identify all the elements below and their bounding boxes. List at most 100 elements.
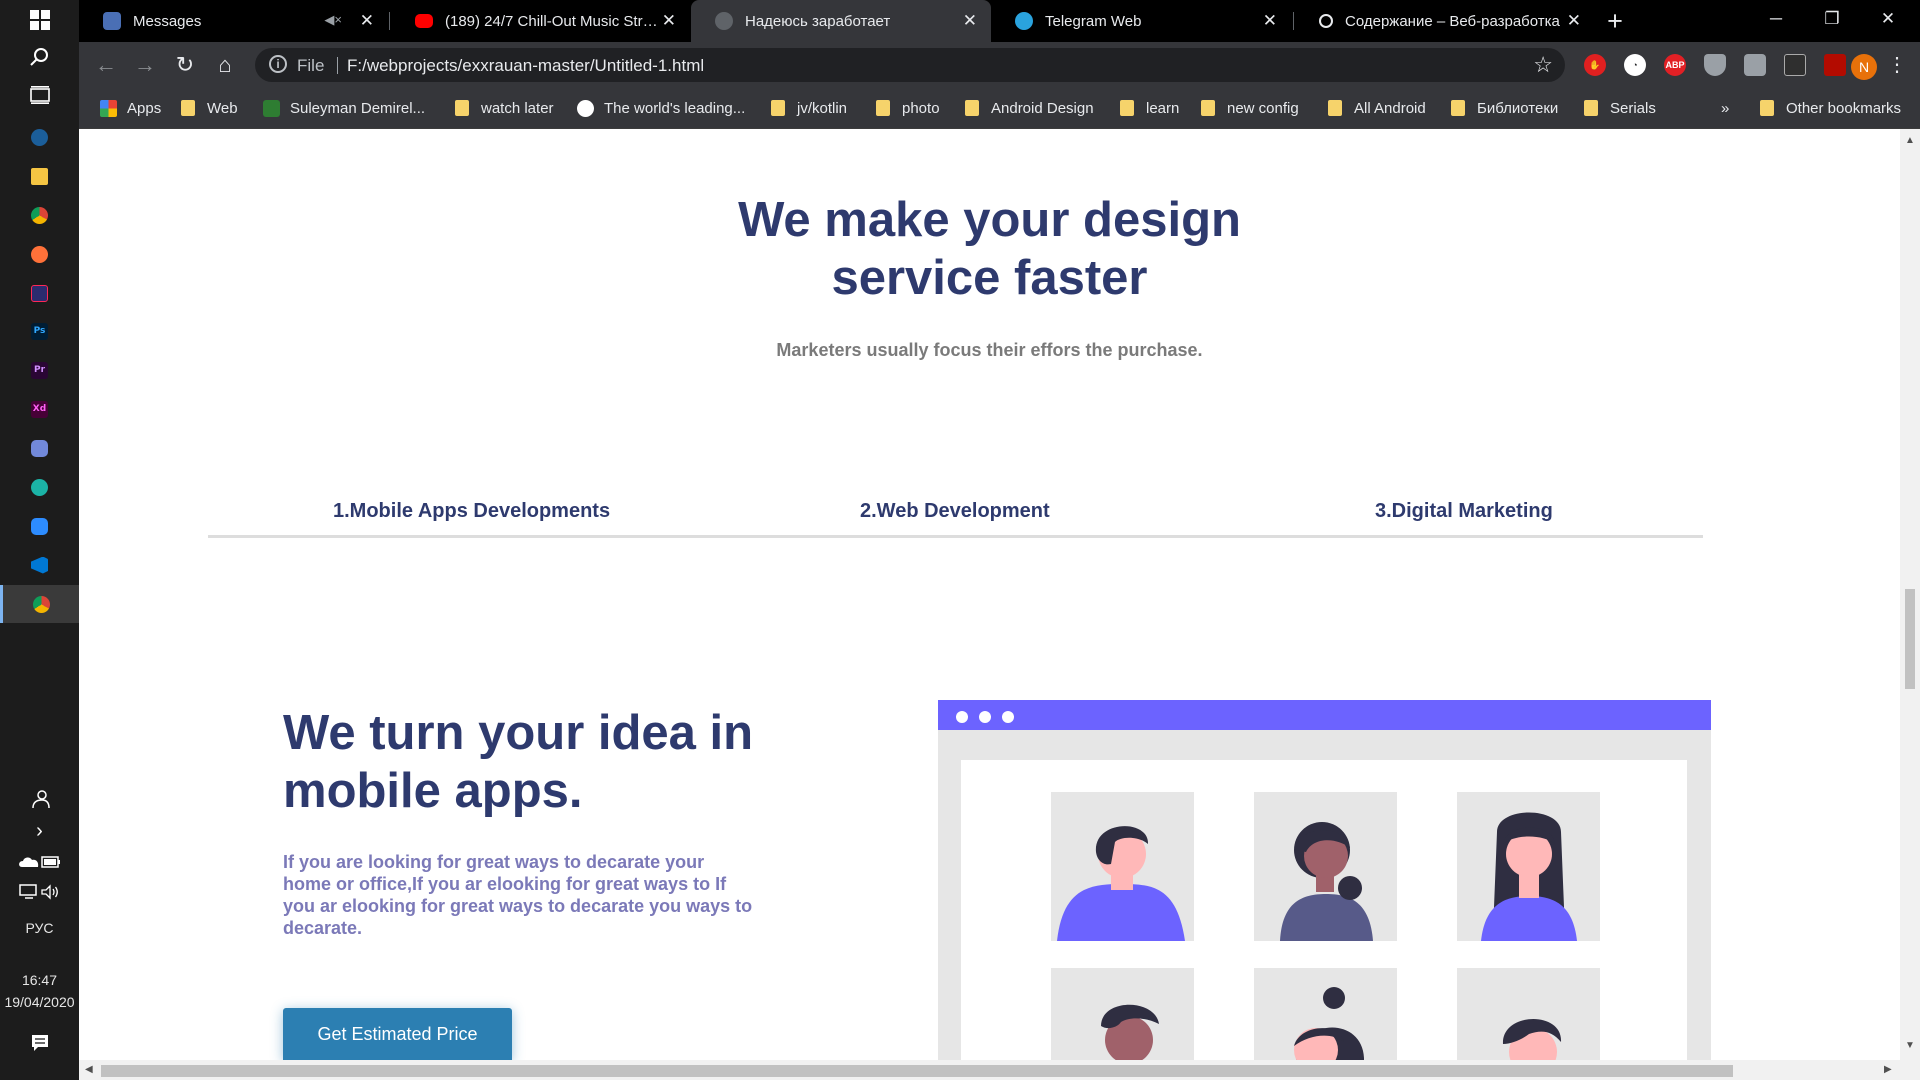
adobe-xd-icon[interactable]: Xd: [0, 390, 79, 428]
photoshop-icon[interactable]: Ps: [0, 312, 79, 350]
vertical-scrollbar[interactable]: ▲ ▼: [1900, 129, 1920, 1060]
url-text[interactable]: F:/webprojects/exxrauan-master/Untitled-…: [347, 56, 704, 76]
bookmark-label: learn: [1146, 99, 1180, 117]
bookmark-folder-serials[interactable]: Serials: [1584, 96, 1656, 120]
bookmark-folder-new-config[interactable]: new config: [1201, 96, 1299, 120]
bookmark-label: Web: [207, 99, 238, 117]
action-center-icon[interactable]: [0, 1024, 79, 1062]
idea-description: If you are looking for great ways to dec…: [283, 852, 753, 938]
scroll-down-arrow-icon[interactable]: ▼: [1905, 1040, 1915, 1051]
onedrive-icon[interactable]: [18, 856, 40, 868]
folder-icon: [1451, 100, 1465, 116]
back-button[interactable]: ←: [91, 50, 121, 80]
bookmark-folder-android-design[interactable]: Android Design: [965, 96, 1094, 120]
folder-icon: [1328, 100, 1342, 116]
cube-extension-icon[interactable]: [1784, 54, 1806, 76]
muted-speaker-icon[interactable]: ◀×: [324, 12, 342, 28]
tray-clock[interactable]: 16:47 19/04/2020: [0, 969, 79, 1013]
discord-icon[interactable]: [0, 429, 79, 467]
restore-window-button[interactable]: ❐: [1804, 0, 1860, 42]
bookmark-folder-photo[interactable]: photo: [876, 96, 940, 120]
minimize-window-button[interactable]: ─: [1748, 0, 1804, 42]
tray-icons-row-2: [0, 873, 79, 911]
tab-title: Telegram Web: [1045, 12, 1142, 30]
chrome-active-icon[interactable]: [0, 585, 79, 623]
bookmark-star-icon[interactable]: ☆: [1533, 52, 1553, 78]
vertical-scroll-thumb[interactable]: [1905, 589, 1915, 689]
scroll-right-arrow-icon[interactable]: ▶: [1884, 1064, 1892, 1075]
network-icon[interactable]: [19, 884, 39, 900]
windows-start-icon[interactable]: [0, 1, 79, 39]
bookmarks-overflow-chevron[interactable]: »: [1721, 96, 1729, 120]
scroll-left-arrow-icon[interactable]: ◀: [85, 1064, 93, 1075]
bookmark-suleyman-demirel[interactable]: Suleyman Demirel...: [263, 96, 425, 120]
bookmark-folder-learn[interactable]: learn: [1120, 96, 1179, 120]
bookmark-label: watch later: [481, 99, 554, 117]
url-separator: [337, 57, 338, 74]
bookmark-folder-web[interactable]: Web: [181, 96, 238, 120]
reload-button[interactable]: ↻: [170, 50, 200, 80]
bookmark-label: Suleyman Demirel...: [290, 99, 426, 117]
battery-icon[interactable]: [41, 856, 61, 868]
adblock-plus-extension-icon[interactable]: ABP: [1664, 54, 1686, 76]
task-view-icon[interactable]: [0, 76, 79, 114]
bookmark-apps[interactable]: Apps: [100, 96, 161, 120]
new-tab-button[interactable]: +: [1600, 6, 1630, 36]
folder-icon: [1760, 100, 1774, 116]
shield-extension-icon[interactable]: [1704, 54, 1726, 76]
service-tab-web-development[interactable]: 2.Web Development: [860, 500, 1050, 523]
profile-avatar[interactable]: N: [1851, 54, 1877, 80]
close-tab-icon[interactable]: ✕: [1263, 11, 1277, 31]
file-explorer-icon[interactable]: [0, 157, 79, 195]
apps-grid-icon: [100, 99, 117, 117]
lightbulb-extension-icon[interactable]: [1744, 54, 1766, 76]
bookmark-folder-jv-kotlin[interactable]: jv/kotlin: [771, 96, 847, 120]
bookmark-other-bookmarks[interactable]: Other bookmarks: [1760, 96, 1901, 120]
close-tab-icon[interactable]: ✕: [360, 11, 374, 31]
premiere-icon[interactable]: Pr: [0, 351, 79, 389]
close-tab-icon[interactable]: ✕: [963, 11, 977, 31]
intellij-icon[interactable]: [0, 274, 79, 312]
bookmark-label: photo: [902, 99, 940, 117]
tab-active-local-page[interactable]: Надеюсь заработает ✕: [691, 0, 991, 42]
bookmark-label: jv/kotlin: [797, 99, 848, 117]
tab-telegram[interactable]: Telegram Web ✕: [991, 0, 1291, 42]
volume-icon[interactable]: [40, 884, 60, 900]
service-tab-mobile-apps[interactable]: 1.Mobile Apps Developments: [333, 500, 610, 523]
bookmark-folder-all-android[interactable]: All Android: [1328, 96, 1426, 120]
url-scheme-label: File: [297, 56, 325, 75]
close-window-button[interactable]: ✕: [1860, 0, 1916, 42]
close-tab-icon[interactable]: ✕: [662, 11, 676, 31]
pdf-extension-icon[interactable]: [1824, 54, 1846, 76]
input-language[interactable]: РУС: [0, 920, 79, 936]
firefox-icon[interactable]: [0, 235, 79, 273]
bookmark-github[interactable]: The world's leading...: [577, 96, 745, 120]
forward-button[interactable]: →: [130, 50, 160, 80]
speedtest-extension-icon[interactable]: ◔: [1624, 54, 1646, 76]
tab-messages[interactable]: Messages ◀× ✕: [79, 0, 388, 42]
zoom-icon[interactable]: [0, 507, 79, 545]
tab-mdn[interactable]: Содержание – Веб-разработка ✕: [1295, 0, 1595, 42]
tab-youtube[interactable]: (189) 24/7 Chill-Out Music Stream ✕: [391, 0, 690, 42]
bookmark-folder-libraries[interactable]: Библиотеки: [1451, 96, 1558, 120]
scroll-up-arrow-icon[interactable]: ▲: [1905, 135, 1915, 146]
chrome-icon[interactable]: [0, 196, 79, 234]
vscode-icon[interactable]: [0, 546, 79, 584]
horizontal-scrollbar[interactable]: ◀ ▶: [79, 1060, 1920, 1080]
youtube-icon: [415, 14, 433, 28]
person-avatar-icon: [1254, 968, 1397, 1060]
site-info-icon[interactable]: i: [269, 55, 287, 73]
get-estimated-price-button[interactable]: Get Estimated Price: [283, 1008, 512, 1060]
address-bar[interactable]: i File F:/webprojects/exxrauan-master/Un…: [255, 48, 1565, 82]
steam-icon[interactable]: [0, 118, 79, 156]
adblock-extension-icon[interactable]: ✋: [1584, 54, 1606, 76]
folder-icon: [181, 100, 195, 116]
bookmark-folder-watch-later[interactable]: watch later: [455, 96, 554, 120]
search-icon[interactable]: [0, 38, 79, 76]
service-tab-digital-marketing[interactable]: 3.Digital Marketing: [1375, 500, 1553, 523]
close-tab-icon[interactable]: ✕: [1567, 11, 1581, 31]
gitkraken-icon[interactable]: [0, 468, 79, 506]
home-button[interactable]: ⌂: [210, 50, 240, 80]
browser-menu-icon[interactable]: ⋮: [1887, 52, 1907, 77]
horizontal-scroll-thumb[interactable]: [101, 1065, 1733, 1077]
